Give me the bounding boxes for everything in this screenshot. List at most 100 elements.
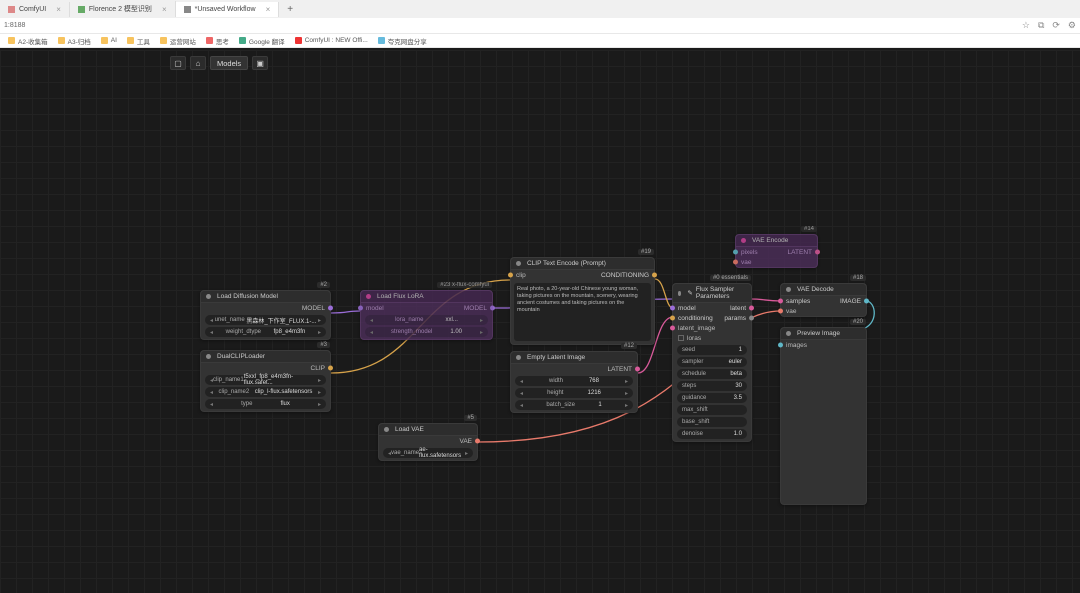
book-button[interactable]: ▣ xyxy=(252,56,268,70)
node-load-diffusion-model[interactable]: #2 Load Diffusion Model MODEL ◂unet_name… xyxy=(200,290,331,340)
home-button[interactable]: ⌂ xyxy=(190,56,206,70)
port-vae-in[interactable] xyxy=(733,260,738,265)
node-id-badge: #0 essentials xyxy=(710,275,751,281)
port-samples-in[interactable] xyxy=(778,299,783,304)
port-latent-image-in[interactable] xyxy=(670,326,675,331)
tab-workflow[interactable]: *Unsaved Workflow × xyxy=(176,2,280,17)
models-button[interactable]: Models xyxy=(210,56,248,70)
widget-max-shift[interactable]: max_shift xyxy=(677,405,747,415)
widget-steps[interactable]: steps30 xyxy=(677,381,747,391)
node-load-vae[interactable]: #5 Load VAE VAE ◂vae_nameae-flux.safeten… xyxy=(378,423,478,461)
port-model-out[interactable] xyxy=(490,306,495,311)
folder-button[interactable]: ▢ xyxy=(170,56,186,70)
loras-checkbox[interactable]: loras xyxy=(673,333,751,343)
node-vae-decode[interactable]: #18 VAE Decode samplesIMAGE vae xyxy=(780,283,867,317)
bookmark-a3[interactable]: A3-归档 xyxy=(58,36,91,46)
widget-seed[interactable]: seed1 xyxy=(677,345,747,355)
port-conditioning-in[interactable] xyxy=(670,316,675,321)
bookmark-quark[interactable]: 夸克网盘分享 xyxy=(378,36,427,46)
tab-florence[interactable]: Florence 2 模型识别 × xyxy=(70,1,176,17)
url-input[interactable] xyxy=(4,22,1022,29)
port-conditioning-out[interactable] xyxy=(652,273,657,278)
node-id-badge: #5 xyxy=(464,415,477,421)
tab-comfyui[interactable]: ComfyUI × xyxy=(0,2,70,17)
node-clip-text-encode[interactable]: #19 CLIP Text Encode (Prompt) clipCONDIT… xyxy=(510,257,655,345)
node-flux-sampler[interactable]: #0 essentials ✎Flux Sampler Parameters m… xyxy=(672,283,752,442)
widget-weight-dtype[interactable]: ◂weight_dtypefp8_e4m3fn▸ xyxy=(205,327,326,337)
node-id-badge: #2 xyxy=(317,282,330,288)
output-image: IMAGE xyxy=(840,298,861,305)
port-model-in[interactable] xyxy=(670,306,675,311)
node-title: Load Diffusion Model xyxy=(217,293,278,300)
bookmark-yt-comfy[interactable]: ComfyUI : NEW Offi... xyxy=(295,37,368,44)
workflow-canvas[interactable]: ▢ ⌂ Models ▣ #2 Load Diffusion Model MOD… xyxy=(0,50,1080,593)
node-id-badge: #18 xyxy=(850,275,866,281)
tab-label: *Unsaved Workflow xyxy=(195,6,256,13)
widget-clip-name2[interactable]: ◂clip_name2clip_l-flux.safetensors▸ xyxy=(205,387,326,397)
close-icon[interactable]: × xyxy=(56,5,61,14)
port-latent-out[interactable] xyxy=(749,306,754,311)
widget-sampler[interactable]: samplereuler xyxy=(677,357,747,367)
node-title: Load Flux LoRA xyxy=(377,293,424,300)
node-id-badge: #19 xyxy=(638,249,654,255)
folder-icon xyxy=(58,37,65,44)
port-pixels-in[interactable] xyxy=(733,250,738,255)
node-empty-latent-image[interactable]: #12 Empty Latent Image LATENT ◂width768▸… xyxy=(510,351,638,413)
close-icon[interactable]: × xyxy=(162,5,167,14)
port-model-in[interactable] xyxy=(358,306,363,311)
refresh-icon[interactable]: ⟳ xyxy=(1052,20,1060,31)
node-load-flux-lora[interactable]: #23 x-flux-comfyui Load Flux LoRA modelM… xyxy=(360,290,493,340)
node-id-badge: #20 xyxy=(850,319,866,325)
bookmark-ops[interactable]: 运营网站 xyxy=(160,36,196,46)
widget-base-shift[interactable]: base_shift xyxy=(677,417,747,427)
widget-guidance[interactable]: guidance3.5 xyxy=(677,393,747,403)
widget-clip-name1[interactable]: ◂clip_name1t5xxl_fp8_e4m3fn-flux.safet..… xyxy=(205,375,326,385)
favicon xyxy=(78,6,85,13)
widget-type[interactable]: ◂typeflux▸ xyxy=(205,399,326,409)
node-dual-clip-loader[interactable]: #3 DualCLIPLoader CLIP ◂clip_name1t5xxl_… xyxy=(200,350,331,412)
node-id-badge: #14 xyxy=(801,226,817,232)
port-clip-in[interactable] xyxy=(508,273,513,278)
widget-vae-name[interactable]: ◂vae_nameae-flux.safetensors▸ xyxy=(383,448,473,458)
output-model: MODEL xyxy=(302,305,325,312)
port-vae-out[interactable] xyxy=(475,439,480,444)
port-latent-out[interactable] xyxy=(815,250,820,255)
favicon xyxy=(206,37,213,44)
bookmark-a2[interactable]: A2-收集箱 xyxy=(8,36,48,46)
bookmark-gtranslate[interactable]: Google 翻译 xyxy=(239,36,285,46)
port-vae-in[interactable] xyxy=(778,309,783,314)
star-icon[interactable]: ☆ xyxy=(1022,20,1030,31)
input-vae: vae xyxy=(786,308,796,315)
panel-icon[interactable]: ⧉ xyxy=(1038,20,1044,31)
port-image-out[interactable] xyxy=(864,299,869,304)
port-model-out[interactable] xyxy=(328,306,333,311)
prompt-textarea[interactable]: Real photo, a 20-year-old Chinese young … xyxy=(514,283,651,341)
port-params-out[interactable] xyxy=(749,316,754,321)
widget-unet-name[interactable]: ◂unet_name黑森林_下作室_FLUX.1-...▸ xyxy=(205,315,326,325)
bookmark-ai[interactable]: AI xyxy=(101,37,117,44)
close-icon[interactable]: × xyxy=(266,5,271,14)
node-title: CLIP Text Encode (Prompt) xyxy=(527,260,606,267)
widget-denoise[interactable]: denoise1.0 xyxy=(677,429,747,439)
node-title: Load VAE xyxy=(395,426,424,433)
port-clip-out[interactable] xyxy=(328,366,333,371)
settings-icon[interactable]: ⚙ xyxy=(1068,20,1076,31)
input-clip: clip xyxy=(516,272,526,279)
widget-width[interactable]: ◂width768▸ xyxy=(515,376,633,386)
widget-lora-name[interactable]: ◂lora_namexxl...▸ xyxy=(365,315,488,325)
favicon xyxy=(239,37,246,44)
node-vae-encode[interactable]: #14 VAE Encode pixelsLATENT vae xyxy=(735,234,818,268)
widget-schedule[interactable]: schedulebeta xyxy=(677,369,747,379)
widget-strength[interactable]: ◂strength_model1.00▸ xyxy=(365,327,488,337)
widget-batch-size[interactable]: ◂batch_size1▸ xyxy=(515,400,633,410)
browser-chrome: ComfyUI × Florence 2 模型识别 × *Unsaved Wor… xyxy=(0,0,1080,48)
widget-height[interactable]: ◂height1216▸ xyxy=(515,388,633,398)
new-tab-button[interactable]: + xyxy=(279,2,301,17)
node-preview-image[interactable]: #20 Preview Image images xyxy=(780,327,867,505)
bookmark-tools[interactable]: 工具 xyxy=(127,36,150,46)
port-images-in[interactable] xyxy=(778,343,783,348)
favicon xyxy=(295,37,302,44)
node-title: Empty Latent Image xyxy=(527,354,585,361)
bookmark-think[interactable]: 思考 xyxy=(206,36,229,46)
port-latent-out[interactable] xyxy=(635,367,640,372)
